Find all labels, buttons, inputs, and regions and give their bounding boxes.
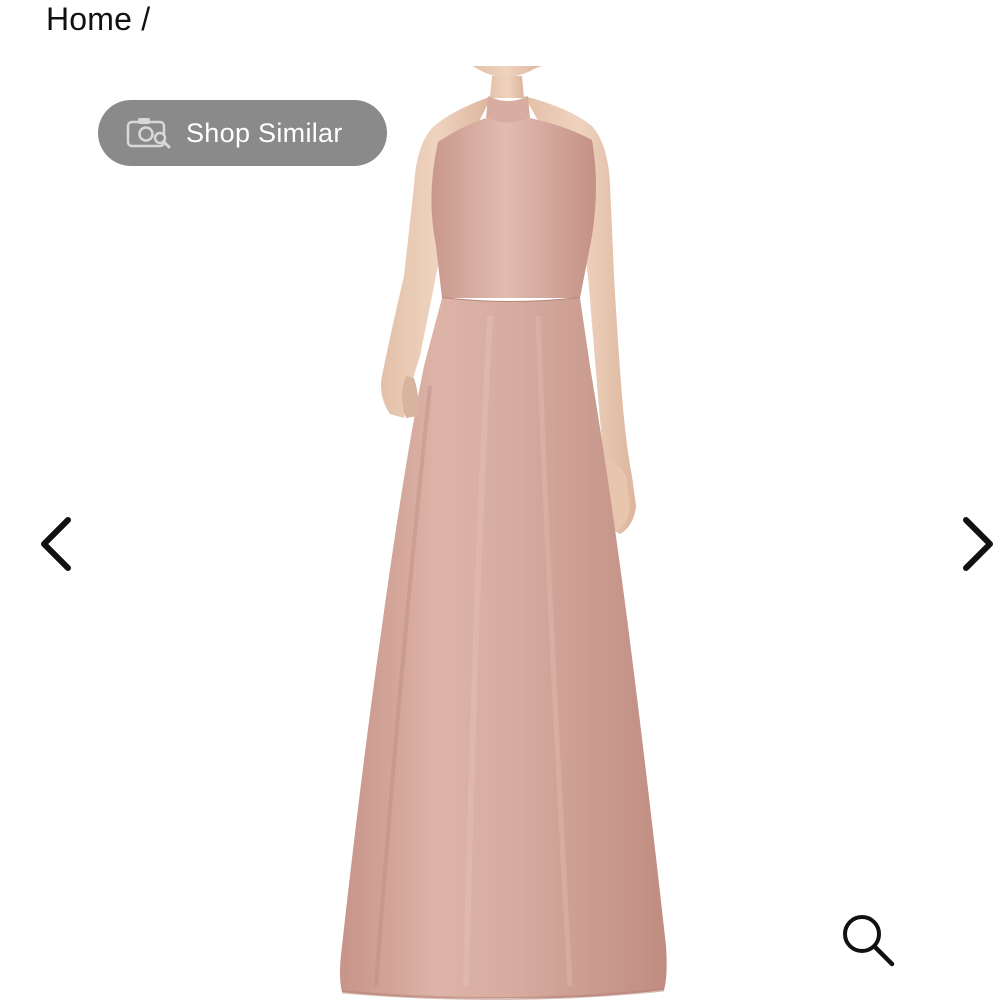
zoom-button[interactable] xyxy=(838,908,900,970)
product-gallery-page: Home / Shop Similar xyxy=(0,0,1000,1000)
shop-similar-label: Shop Similar xyxy=(186,117,343,148)
magnifier-icon xyxy=(843,915,895,967)
camera-search-icon xyxy=(126,116,172,150)
previous-image-button[interactable] xyxy=(36,512,76,576)
chevron-left-icon xyxy=(41,517,71,571)
product-image[interactable] xyxy=(280,66,730,1000)
chevron-right-icon xyxy=(963,517,993,571)
breadcrumb[interactable]: Home / xyxy=(46,0,150,38)
shop-similar-button[interactable]: Shop Similar xyxy=(98,100,387,166)
next-image-button[interactable] xyxy=(958,512,998,576)
